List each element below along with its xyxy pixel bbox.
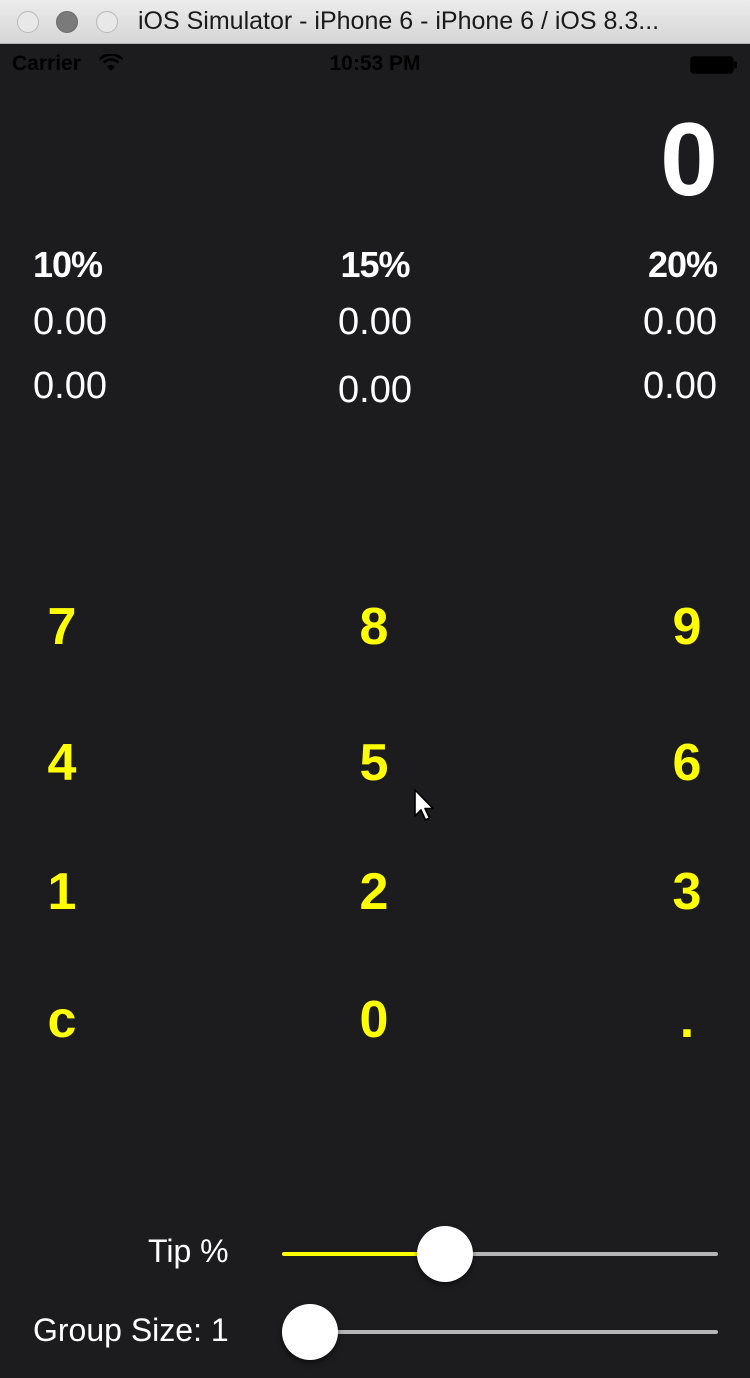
close-window-button[interactable] xyxy=(17,11,39,33)
total-amount: 0.00 xyxy=(338,369,412,411)
key-7[interactable]: 7 xyxy=(2,577,122,677)
window-title: iOS Simulator - iPhone 6 - iPhone 6 / iO… xyxy=(138,7,660,35)
slider-thumb[interactable] xyxy=(416,1226,473,1282)
tip-slider-label: Tip % xyxy=(148,1233,229,1269)
key-8[interactable]: 8 xyxy=(314,577,434,677)
total-amount: 0.00 xyxy=(33,365,107,407)
tip-column-20: 20% 0.00 0.00 xyxy=(517,240,718,418)
tip-percent-label: 20% xyxy=(647,244,718,285)
ios-status-bar: Carrier 10:53 PM xyxy=(0,45,750,85)
key-0[interactable]: 0 xyxy=(314,970,434,1070)
slider-thumb[interactable] xyxy=(282,1304,338,1360)
key-3[interactable]: 3 xyxy=(627,842,747,942)
tip-percent-label: 15% xyxy=(340,244,410,285)
battery-icon xyxy=(690,56,737,74)
tip-amount: 0.00 xyxy=(33,301,107,343)
key-9[interactable]: 9 xyxy=(627,577,747,677)
simulator-window: iOS Simulator - iPhone 6 - iPhone 6 / iO… xyxy=(0,0,750,1378)
status-time: 10:53 PM xyxy=(329,52,421,75)
group-size-label: Group Size: 1 xyxy=(33,1312,229,1348)
minimize-window-button[interactable] xyxy=(56,11,78,33)
tip-amount: 0.00 xyxy=(643,301,717,343)
key-decimal[interactable]: . xyxy=(627,970,747,1070)
tip-column-15: 15% 0.00 0.00 xyxy=(275,240,475,418)
amount-display: 0 xyxy=(660,102,718,218)
slider-track-empty xyxy=(310,1330,718,1334)
key-1[interactable]: 1 xyxy=(2,842,122,942)
mouse-pointer-icon xyxy=(414,789,434,821)
tip-percent-slider[interactable] xyxy=(282,1226,718,1282)
total-amount: 0.00 xyxy=(643,365,717,407)
title-bar: iOS Simulator - iPhone 6 - iPhone 6 / iO… xyxy=(0,0,750,44)
key-4[interactable]: 4 xyxy=(2,713,122,813)
key-clear[interactable]: c xyxy=(2,970,122,1070)
tip-amount: 0.00 xyxy=(338,301,412,343)
key-2[interactable]: 2 xyxy=(314,842,434,942)
key-6[interactable]: 6 xyxy=(627,713,747,813)
slider-track-empty xyxy=(444,1252,718,1256)
group-size-slider[interactable] xyxy=(282,1304,718,1360)
zoom-window-button[interactable] xyxy=(96,11,118,33)
tip-percent-label: 10% xyxy=(33,244,103,285)
tip-column-10: 10% 0.00 0.00 xyxy=(33,240,233,418)
